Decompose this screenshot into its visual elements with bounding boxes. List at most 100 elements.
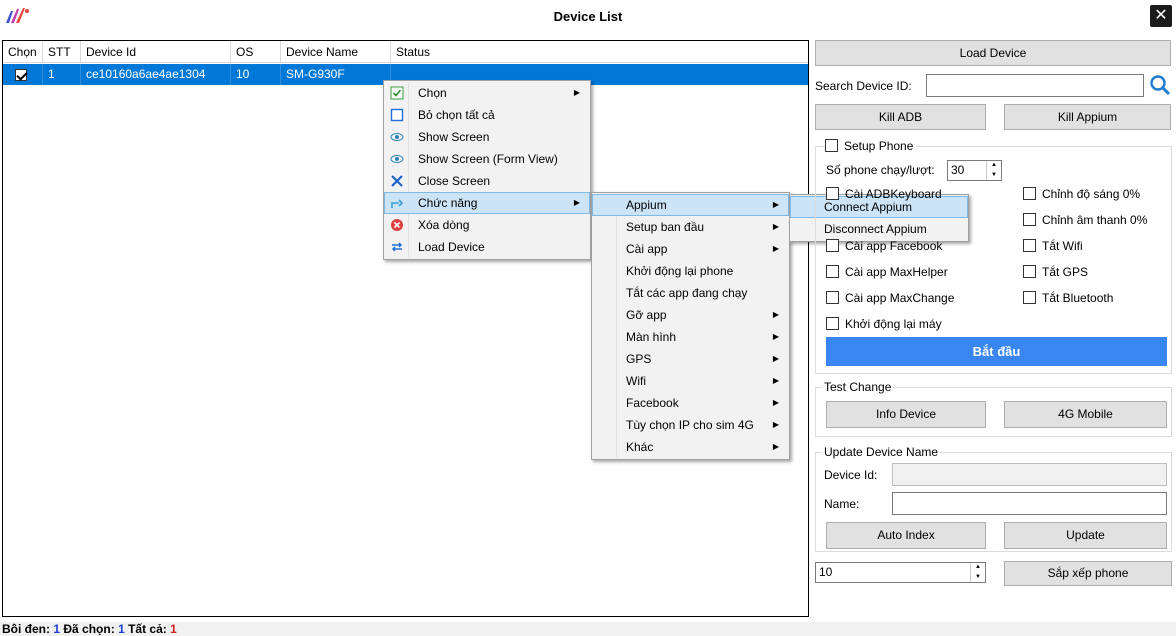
menu-item-close-screen[interactable]: Close Screen bbox=[384, 170, 590, 192]
column-header-device-id[interactable]: Device Id bbox=[81, 41, 231, 63]
menu-item-label: Load Device bbox=[418, 240, 485, 254]
status-highlight-count: 1 bbox=[53, 622, 61, 636]
checkbox-label: Tắt GPS bbox=[1042, 265, 1089, 279]
menu-item-khac[interactable]: Khác ▶ bbox=[592, 436, 789, 458]
submenu-arrow-icon: ▶ bbox=[772, 222, 779, 231]
stepper-down-icon[interactable]: ▼ bbox=[971, 573, 985, 583]
submenu-arrow-icon: ▶ bbox=[772, 244, 779, 253]
device-id-field[interactable] bbox=[892, 463, 1167, 486]
menu-item-wifi[interactable]: Wifi ▶ bbox=[592, 370, 789, 392]
column-header-status[interactable]: Status bbox=[391, 41, 808, 63]
checkbox-label: Cài ADBKeyboard bbox=[845, 187, 942, 201]
menu-item-label: Gỡ app bbox=[626, 308, 667, 322]
square-icon bbox=[390, 108, 404, 122]
column-header-os[interactable]: OS bbox=[231, 41, 281, 63]
status-selected-count: 1 bbox=[118, 622, 125, 636]
phone-per-turn-label: Số phone chạy/lượt: bbox=[826, 163, 935, 177]
row-select-cell[interactable] bbox=[3, 64, 43, 85]
search-device-id-input[interactable] bbox=[926, 74, 1144, 97]
menu-item-deselect-all[interactable]: Bỏ chọn tất cả bbox=[384, 104, 590, 126]
row-device-name: SM-G930F bbox=[281, 64, 391, 85]
menu-item-delete-row[interactable]: Xóa dòng bbox=[384, 214, 590, 236]
submenu-arrow-icon: ▶ bbox=[573, 88, 580, 97]
checkbox-label: Tắt Bluetooth bbox=[1042, 291, 1114, 305]
menu-item-label: Tùy chọn IP cho sim 4G bbox=[626, 418, 754, 432]
checkbox-install-maxhelper[interactable]: Cài app MaxHelper bbox=[826, 265, 948, 279]
menu-item-cai-app[interactable]: Cài app ▶ bbox=[592, 238, 789, 260]
auto-index-button[interactable]: Auto Index bbox=[826, 522, 986, 549]
menu-item-label: Khác bbox=[626, 440, 654, 454]
window-title: Device List bbox=[553, 9, 623, 24]
info-device-button[interactable]: Info Device bbox=[826, 401, 986, 428]
checkbox-label: Cài app MaxHelper bbox=[845, 265, 948, 279]
function-icon bbox=[390, 196, 404, 210]
name-field[interactable] bbox=[892, 492, 1167, 515]
checkbox-wifi-off[interactable]: Tắt Wifi bbox=[1023, 239, 1083, 253]
column-header-chon[interactable]: Chọn bbox=[3, 41, 43, 63]
sort-stepper[interactable]: 10 ▲ ▼ bbox=[815, 562, 986, 583]
check-square-icon bbox=[390, 86, 404, 100]
stepper-value: 10 bbox=[819, 565, 833, 579]
column-header-stt[interactable]: STT bbox=[43, 41, 81, 63]
menu-item-label: Chức năng bbox=[418, 196, 478, 210]
checkbox-install-adbkeyboard[interactable]: Cài ADBKeyboard bbox=[826, 187, 942, 201]
row-checkbox[interactable] bbox=[15, 68, 27, 81]
menu-item-setup-ban-dau[interactable]: Setup ban đầu ▶ bbox=[592, 216, 789, 238]
4g-mobile-button[interactable]: 4G Mobile bbox=[1004, 401, 1167, 428]
menu-item-label: Bỏ chọn tất cả bbox=[418, 108, 495, 122]
name-label: Name: bbox=[824, 497, 860, 511]
menu-item-label: Khởi động lại phone bbox=[626, 264, 734, 278]
load-device-button[interactable]: Load Device bbox=[815, 40, 1171, 66]
menu-item-label: Close Screen bbox=[418, 174, 491, 188]
checkbox-install-facebook[interactable]: Cài app Facebook bbox=[826, 239, 942, 253]
kill-appium-button[interactable]: Kill Appium bbox=[1004, 104, 1171, 130]
checkbox-volume-zero[interactable]: Chỉnh âm thanh 0% bbox=[1023, 213, 1147, 227]
stepper-value: 30 bbox=[951, 163, 965, 177]
checkbox-restart-device[interactable]: Khởi động lại máy bbox=[826, 317, 942, 331]
x-icon bbox=[390, 174, 404, 188]
checkbox-install-maxchange[interactable]: Cài app MaxChange bbox=[826, 291, 954, 305]
menu-item-restart-phone[interactable]: Khởi động lại phone bbox=[592, 260, 789, 282]
phone-per-turn-stepper[interactable]: 30 ▲ ▼ bbox=[947, 160, 1002, 181]
search-icon[interactable] bbox=[1148, 73, 1172, 97]
menu-item-facebook[interactable]: Facebook ▶ bbox=[592, 392, 789, 414]
menu-item-close-running-apps[interactable]: Tắt các app đang chạy bbox=[592, 282, 789, 304]
menu-item-appium[interactable]: Appium ▶ bbox=[592, 194, 789, 216]
close-window-button[interactable]: ✕ bbox=[1150, 5, 1172, 27]
menu-item-label: Chọn bbox=[418, 86, 447, 100]
checkbox-label: Khởi động lại máy bbox=[845, 317, 942, 331]
menu-item-uninstall-app[interactable]: Gỡ app ▶ bbox=[592, 304, 789, 326]
menu-item-chon[interactable]: Chọn ▶ bbox=[384, 82, 590, 104]
update-button[interactable]: Update bbox=[1004, 522, 1167, 549]
column-header-device-name[interactable]: Device Name bbox=[281, 41, 391, 63]
checkbox-bluetooth-off[interactable]: Tắt Bluetooth bbox=[1023, 291, 1113, 305]
checkbox-label: Tắt Wifi bbox=[1042, 239, 1083, 253]
row-device-id: ce10160a6ae4ae1304 bbox=[81, 64, 231, 85]
menu-item-ip-sim-4g[interactable]: Tùy chọn IP cho sim 4G ▶ bbox=[592, 414, 789, 436]
context-menu: Chọn ▶ Bỏ chọn tất cả Show Screen Show S… bbox=[383, 80, 591, 260]
checkbox-label: Chỉnh độ sáng 0% bbox=[1042, 187, 1141, 201]
menu-item-gps[interactable]: GPS ▶ bbox=[592, 348, 789, 370]
stepper-up-icon[interactable]: ▲ bbox=[971, 563, 985, 573]
submenu-arrow-icon: ▶ bbox=[573, 198, 580, 207]
stepper-down-icon[interactable]: ▼ bbox=[987, 171, 1001, 181]
checkbox-brightness-zero[interactable]: Chỉnh độ sáng 0% bbox=[1023, 187, 1140, 201]
update-device-name-title: Update Device Name bbox=[822, 445, 941, 459]
menu-item-label: GPS bbox=[626, 352, 652, 366]
checkbox-label: Cài app MaxChange bbox=[845, 291, 955, 305]
menu-item-show-screen[interactable]: Show Screen bbox=[384, 126, 590, 148]
start-button[interactable]: Bắt đầu bbox=[826, 337, 1167, 366]
menu-item-label: Cài app bbox=[626, 242, 668, 256]
sort-phone-button[interactable]: Sắp xếp phone bbox=[1004, 561, 1172, 586]
menu-item-screen[interactable]: Màn hình ▶ bbox=[592, 326, 789, 348]
setup-phone-checkbox[interactable]: Setup Phone bbox=[825, 139, 917, 153]
stepper-up-icon[interactable]: ▲ bbox=[987, 161, 1001, 171]
menu-item-load-device[interactable]: Load Device bbox=[384, 236, 590, 258]
menu-item-chuc-nang[interactable]: Chức năng ▶ bbox=[384, 192, 590, 214]
checkbox-gps-off[interactable]: Tắt GPS bbox=[1023, 265, 1088, 279]
kill-adb-button[interactable]: Kill ADB bbox=[815, 104, 986, 130]
menu-item-label: Appium bbox=[626, 198, 667, 212]
submenu-arrow-icon: ▶ bbox=[772, 376, 779, 385]
menu-item-show-screen-form-view[interactable]: Show Screen (Form View) bbox=[384, 148, 590, 170]
checkbox-label: Cài app Facebook bbox=[845, 239, 943, 253]
